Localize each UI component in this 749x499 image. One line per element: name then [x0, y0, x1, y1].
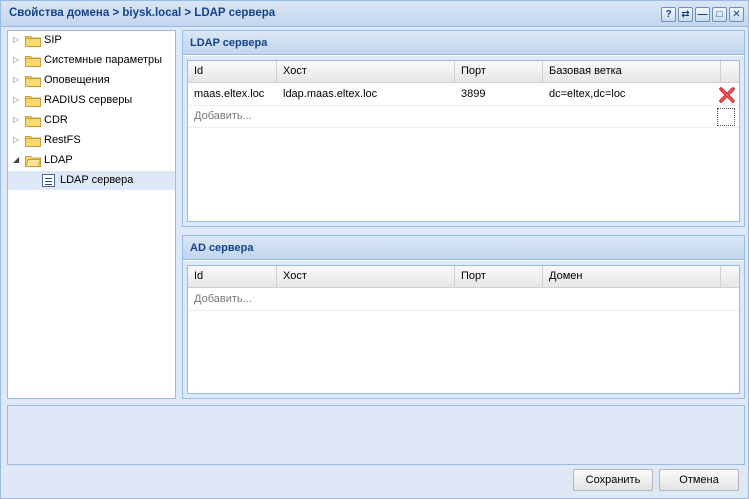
tree-item-label: LDAP: [44, 154, 73, 166]
folder-open-icon: [25, 156, 41, 167]
help-icon[interactable]: ?: [661, 7, 676, 22]
panel-header: AD сервера: [183, 236, 744, 260]
tree-item-radius[interactable]: ▷ RADIUS серверы: [8, 91, 175, 110]
folder-icon: [25, 96, 41, 107]
tree-item-label: Оповещения: [44, 74, 110, 86]
table-row[interactable]: maas.eltex.loc ldap.maas.eltex.loc 3899 …: [188, 84, 739, 106]
tree-item-label: Системные параметры: [44, 54, 163, 66]
add-placeholder[interactable]: Добавить...: [194, 110, 252, 122]
tree-item-label: RADIUS серверы: [44, 94, 133, 106]
expand-arrow-icon[interactable]: ▷: [13, 135, 19, 144]
expand-arrow-icon[interactable]: ▷: [13, 55, 19, 64]
grid-header: Id Хост Порт Домен: [188, 266, 739, 288]
panel-title: AD сервера: [190, 242, 254, 254]
folder-icon: [25, 76, 41, 87]
tree-item-cdr[interactable]: ▷ CDR: [8, 111, 175, 130]
expand-arrow-icon[interactable]: ▷: [13, 35, 19, 44]
collapse-arrow-icon[interactable]: ◢: [13, 155, 19, 164]
add-placeholder[interactable]: Добавить...: [194, 293, 252, 305]
expand-arrow-icon[interactable]: ▷: [13, 95, 19, 104]
cell-id[interactable]: maas.eltex.loc: [188, 84, 270, 105]
window-tools: ? ⇄ — □ ✕: [661, 7, 744, 22]
tree-item-label: RestFS: [44, 134, 81, 146]
window-titlebar[interactable]: Свойства домена > biysk.local > LDAP сер…: [1, 1, 748, 27]
domain-properties-window: Свойства домена > biysk.local > LDAP сер…: [0, 0, 749, 499]
settings-tree: ▷ SIP ▷ Системные параметры ▷ Оповещения…: [7, 30, 176, 399]
cell-base[interactable]: dc=eltex,dc=loc: [543, 84, 631, 105]
close-icon[interactable]: ✕: [729, 7, 744, 22]
expand-arrow-icon[interactable]: ▷: [13, 75, 19, 84]
column-header-host[interactable]: Хост: [277, 61, 455, 83]
tree-item-notifications[interactable]: ▷ Оповещения: [8, 71, 175, 90]
tree-item-ldap[interactable]: ◢ LDAP: [8, 151, 175, 170]
tree-item-restfs[interactable]: ▷ RestFS: [8, 131, 175, 150]
add-row[interactable]: Добавить...: [188, 289, 739, 311]
folder-icon: [25, 56, 41, 67]
ad-servers-grid: Id Хост Порт Домен Добавить...: [187, 265, 740, 394]
refresh-icon[interactable]: ⇄: [678, 7, 693, 22]
add-row[interactable]: Добавить...: [188, 106, 739, 128]
tree-item-ldap-servers[interactable]: LDAP сервера: [8, 171, 175, 190]
tree-item-label: LDAP сервера: [60, 174, 134, 186]
folder-icon: [25, 36, 41, 47]
column-header-host[interactable]: Хост: [277, 266, 455, 288]
column-header-id[interactable]: Id: [188, 61, 277, 83]
ldap-servers-panel: LDAP сервера Id Хост Порт Базовая ветка …: [182, 30, 745, 227]
tree-item-label: SIP: [44, 34, 62, 46]
panel-body: Id Хост Порт Базовая ветка maas.eltex.lo…: [183, 56, 744, 226]
column-header-base[interactable]: Базовая ветка: [543, 61, 721, 83]
window-title: Свойства домена > biysk.local > LDAP сер…: [9, 7, 276, 19]
minimize-icon[interactable]: —: [695, 7, 710, 22]
cancel-button[interactable]: Отмена: [659, 469, 739, 491]
folder-icon: [25, 116, 41, 127]
column-header-port[interactable]: Порт: [455, 61, 543, 83]
ldap-servers-grid: Id Хост Порт Базовая ветка maas.eltex.lo…: [187, 60, 740, 222]
maximize-icon[interactable]: □: [712, 7, 727, 22]
panel-body: Id Хост Порт Домен Добавить...: [183, 261, 744, 398]
ad-servers-panel: AD сервера Id Хост Порт Домен Добавить..…: [182, 235, 745, 399]
expand-arrow-icon[interactable]: ▷: [13, 115, 19, 124]
form-icon: [42, 174, 55, 187]
column-header-id[interactable]: Id: [188, 266, 277, 288]
save-button[interactable]: Сохранить: [573, 469, 653, 491]
column-header-domain[interactable]: Домен: [543, 266, 721, 288]
delete-icon[interactable]: [718, 86, 736, 104]
column-header-actions: [721, 61, 741, 83]
panel-title: LDAP сервера: [190, 37, 268, 49]
panel-header: LDAP сервера: [183, 31, 744, 55]
tree-item-label: CDR: [44, 114, 68, 126]
tree-item-sip[interactable]: ▷ SIP: [8, 31, 175, 50]
cell-host[interactable]: ldap.maas.eltex.loc: [277, 84, 383, 105]
grid-header: Id Хост Порт Базовая ветка: [188, 61, 739, 83]
details-panel: [7, 405, 745, 465]
cell-port[interactable]: 3899: [455, 84, 491, 105]
folder-icon: [25, 136, 41, 147]
column-header-actions: [721, 266, 741, 288]
tree-item-system-params[interactable]: ▷ Системные параметры: [8, 51, 175, 70]
add-row-action-box[interactable]: [717, 108, 735, 126]
column-header-port[interactable]: Порт: [455, 266, 543, 288]
